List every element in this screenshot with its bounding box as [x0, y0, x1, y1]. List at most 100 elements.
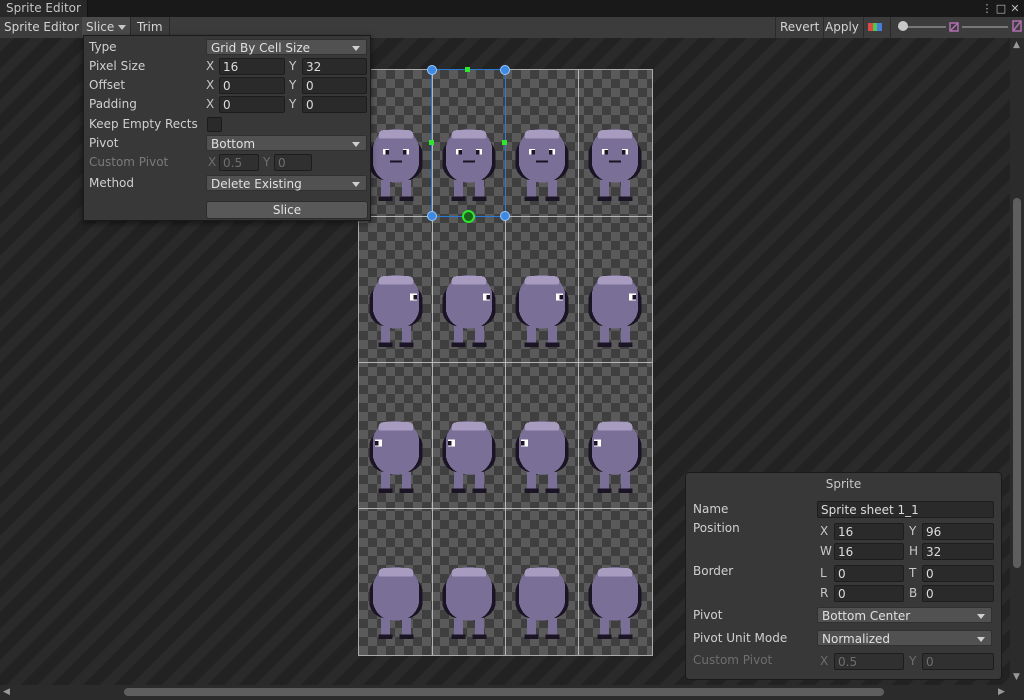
border-label: Border	[693, 564, 734, 578]
type-dropdown[interactable]: Grid By Cell Size	[206, 39, 367, 55]
pixel-size-y-field[interactable]: 32	[302, 58, 367, 75]
position-x-field[interactable]: 16	[834, 523, 904, 540]
vertical-scroll-thumb[interactable]	[1013, 198, 1021, 568]
custom-pivot-label: Custom Pivot	[89, 155, 169, 169]
chevron-down-icon	[977, 614, 985, 619]
rgb-icon	[868, 23, 882, 31]
pivot-handle[interactable]	[462, 210, 475, 223]
sprite-left-1[interactable]	[367, 414, 425, 503]
position-h-field[interactable]: 32	[922, 543, 994, 560]
maximize-icon[interactable]: □	[994, 0, 1008, 17]
custom-pivot-x-label: X	[208, 155, 217, 169]
keep-empty-rects-checkbox[interactable]	[207, 117, 222, 132]
sprite-left-4[interactable]	[586, 414, 644, 503]
pivot-label: Pivot	[89, 136, 119, 150]
selection-edge-handle-right[interactable]	[502, 140, 507, 145]
position-h-label: H	[909, 544, 919, 558]
padding-label: Padding	[89, 97, 137, 111]
border-r-label: R	[820, 586, 829, 600]
chevron-down-icon	[352, 182, 360, 187]
zoom-slider-handle[interactable]	[898, 21, 908, 31]
method-label: Method	[89, 176, 135, 190]
custom-pivot-x-field: 0.5	[834, 653, 904, 670]
offset-x-field[interactable]: 0	[219, 77, 285, 94]
custom-pivot-y-field: 0	[922, 653, 994, 670]
padding-x-field[interactable]: 0	[219, 96, 285, 113]
selection-edge-handle-top[interactable]	[465, 67, 470, 72]
inspector-title: Sprite	[825, 477, 862, 491]
slice-popup: Type Grid By Cell Size Pixel Size X 16 Y…	[83, 35, 371, 221]
chevron-down-icon	[352, 142, 360, 147]
scroll-down-arrow-icon[interactable]: ▼	[1013, 672, 1020, 682]
pivot-dropdown[interactable]: Bottom Center	[817, 607, 992, 623]
custom-pivot-y-label: Y	[263, 155, 271, 169]
more-options-icon[interactable]: ⋮	[980, 0, 994, 17]
position-y-field[interactable]: 96	[922, 523, 994, 540]
sprite-left-2[interactable]	[440, 414, 498, 503]
border-t-label: T	[909, 566, 917, 580]
pivot-dropdown[interactable]: Bottom	[206, 135, 367, 151]
selection-handle-bottom-right[interactable]	[500, 211, 510, 221]
scroll-right-arrow-icon[interactable]: ▶	[998, 687, 1005, 697]
keep-empty-rects-label: Keep Empty Rects	[89, 117, 198, 131]
sprite-front-1[interactable]	[367, 122, 425, 211]
selected-sprite-rect[interactable]	[431, 69, 506, 217]
custom-pivot-x-label: X	[820, 654, 829, 668]
grid-line-horizontal	[359, 362, 652, 363]
border-t-field[interactable]: 0	[922, 565, 994, 582]
padding-y-field[interactable]: 0	[302, 96, 367, 113]
sprite-back-3[interactable]	[513, 560, 571, 649]
sprite-back-2[interactable]	[440, 560, 498, 649]
sprite-right-3[interactable]	[513, 268, 571, 357]
horizontal-scrollbar[interactable]: ◀ ▶	[0, 685, 1024, 700]
chevron-down-icon	[118, 25, 127, 30]
custom-pivot-y-field: 0	[274, 154, 312, 171]
border-b-label: B	[909, 586, 918, 600]
selection-handle-bottom-left[interactable]	[427, 211, 437, 221]
offset-y-field[interactable]: 0	[302, 77, 367, 94]
sprite-front-3[interactable]	[513, 122, 571, 211]
horizontal-scroll-thumb[interactable]	[124, 688, 884, 696]
position-w-field[interactable]: 16	[834, 543, 904, 560]
position-y-label: Y	[909, 524, 917, 538]
pivot-unit-mode-dropdown[interactable]: Normalized	[817, 630, 992, 646]
color-channel-toggle[interactable]	[864, 17, 891, 38]
selection-edge-handle-left[interactable]	[429, 140, 434, 145]
apply-button[interactable]: Apply	[821, 17, 864, 38]
mip-small-icon	[949, 21, 959, 32]
scroll-up-arrow-icon[interactable]: ▲	[1013, 40, 1020, 50]
custom-pivot-y-label: Y	[909, 654, 917, 668]
sprite-front-4[interactable]	[586, 122, 644, 211]
pivot-value: Bottom Center	[822, 609, 911, 623]
vertical-scrollbar[interactable]: ▲ ▼	[1010, 38, 1024, 685]
border-r-field[interactable]: 0	[834, 585, 904, 602]
selection-handle-top-right[interactable]	[500, 65, 510, 75]
scroll-left-arrow-icon[interactable]: ◀	[3, 687, 10, 697]
sprite-right-2[interactable]	[440, 268, 498, 357]
offset-label: Offset	[89, 78, 126, 92]
sprite-back-1[interactable]	[367, 560, 425, 649]
sprite-name-field[interactable]: Sprite sheet 1_1	[817, 501, 994, 518]
window-tab[interactable]: Sprite Editor	[0, 0, 88, 17]
sprite-left-3[interactable]	[513, 414, 571, 503]
grid-line-vertical	[578, 70, 579, 655]
selection-handle-top-left[interactable]	[427, 65, 437, 75]
pivot-value: Bottom	[211, 137, 256, 151]
pixel-size-x-field[interactable]: 16	[219, 58, 285, 75]
grid-line-horizontal	[359, 508, 652, 509]
chevron-down-icon	[352, 46, 360, 51]
sprite-right-1[interactable]	[367, 268, 425, 357]
mip-slider-track[interactable]	[962, 26, 1008, 28]
name-label: Name	[693, 502, 729, 516]
pixel-size-y-label: Y	[289, 59, 297, 73]
border-b-field[interactable]: 0	[922, 585, 994, 602]
sprite-inspector: Sprite Name Sprite sheet 1_1 Position X …	[685, 472, 1002, 680]
revert-button[interactable]: Revert	[775, 17, 825, 38]
method-dropdown[interactable]: Delete Existing	[206, 175, 367, 191]
close-icon[interactable]: ✕	[1008, 0, 1022, 17]
border-l-field[interactable]: 0	[834, 565, 904, 582]
sprite-back-4[interactable]	[586, 560, 644, 649]
slice-button[interactable]: Slice	[206, 201, 368, 219]
border-l-label: L	[820, 566, 827, 580]
sprite-right-4[interactable]	[586, 268, 644, 357]
